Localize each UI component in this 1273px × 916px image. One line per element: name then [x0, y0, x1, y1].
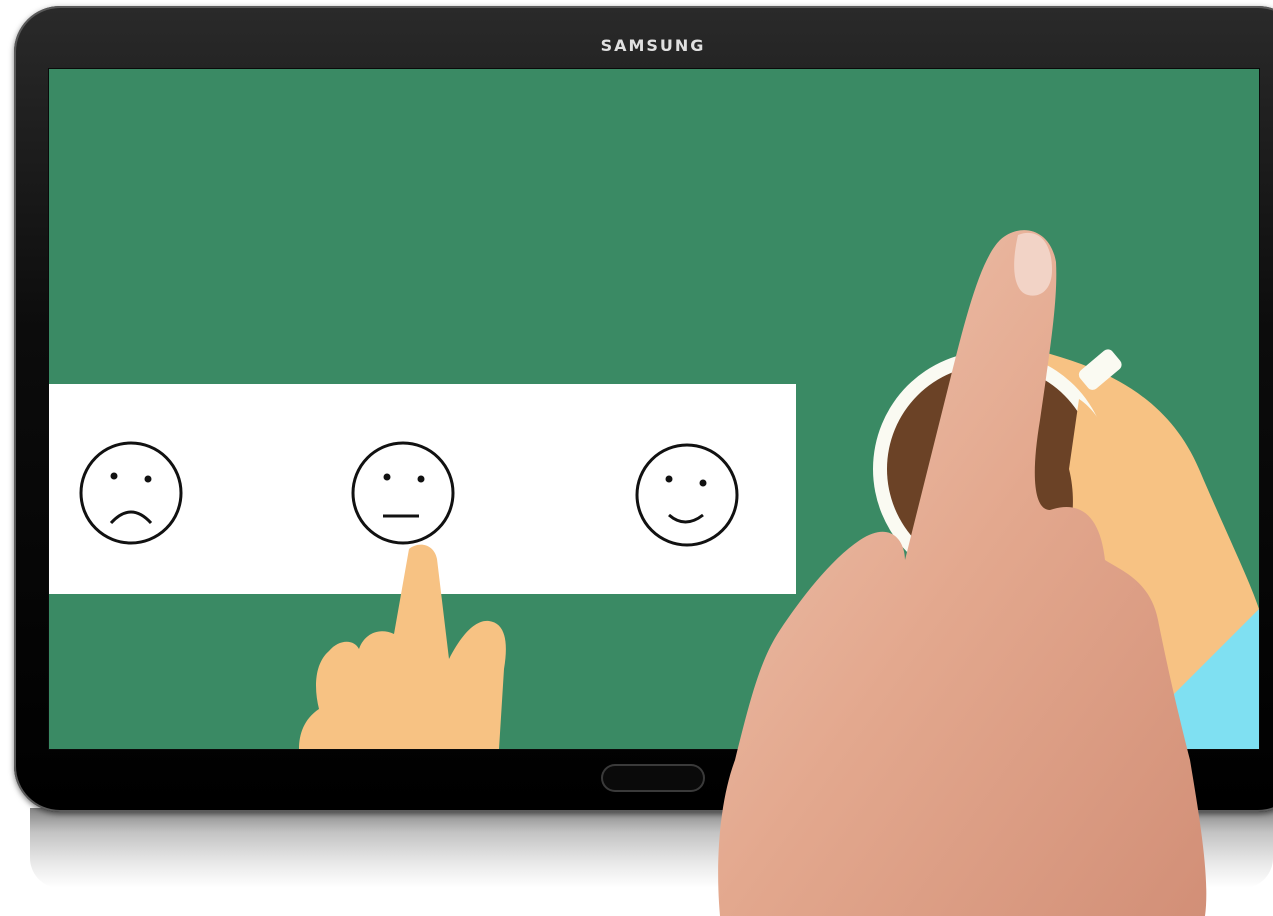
- hand-photo: [718, 230, 1207, 916]
